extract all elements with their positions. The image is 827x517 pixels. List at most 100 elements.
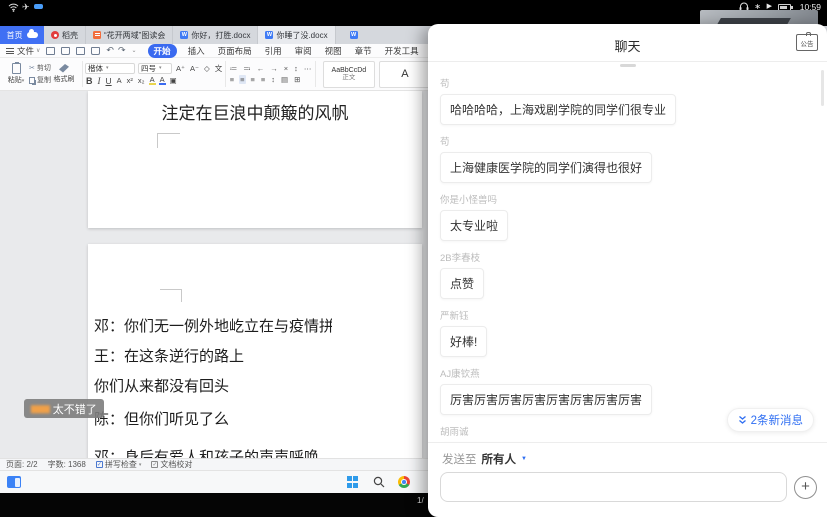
chat-header: 聊天 公告 [428,24,827,62]
preview-icon[interactable] [91,47,100,55]
line-spacing-icon[interactable]: ↕ [270,75,277,84]
spell-check-toggle[interactable]: ✓ 拼写检查 ▾ [96,459,142,470]
chat-message-sender: 严新钰 [440,311,815,322]
numbered-list-icon[interactable]: ≕ [242,64,253,73]
document-line[interactable]: 王：在这条逆行的路上 [94,345,332,366]
double-chevron-down-icon [738,415,747,425]
start-button[interactable] [347,476,359,488]
chevron-down-icon[interactable]: ▼ [521,456,527,462]
more-paragraph-icon[interactable]: ⋯ [302,64,313,73]
paste-button[interactable]: 粘贴▾ [3,60,29,89]
chat-panel: 聊天 公告 苟 哈哈哈哈，上海戏剧学院的同学们很专业 苟 上海健康医学院的同学们… [428,24,827,517]
style-normal[interactable]: AaBbCcDd 正文 [323,61,375,88]
announcement-button[interactable]: 公告 [796,34,818,51]
wifi-icon [8,3,19,12]
chat-message: 2B李春枝 点赞 [440,253,815,299]
character-border-icon[interactable]: ▣ [169,76,178,85]
toolbar-options-icon[interactable]: ⌄ [132,47,137,54]
borders-icon[interactable]: ⊞ [293,75,302,84]
ribbon-tab-view[interactable]: 视图 [319,44,348,58]
document-line[interactable]: 陈：但你们听见了么 [94,408,332,429]
tab-home-label: 首页 [7,30,23,41]
proofread-label: 文档校对 [160,459,192,470]
search-icon[interactable] [373,476,385,488]
proofread-button[interactable]: ✓ 文档校对 [151,459,192,470]
ribbon-tab-page-layout[interactable]: 页面布局 [212,44,258,58]
announcement-label: 公告 [801,38,814,48]
airplane-mode-icon: ✈ [22,2,30,13]
drag-handle [620,64,636,67]
chrome-icon[interactable] [398,476,410,488]
subscript-button[interactable]: x₂ [137,76,146,85]
tab-home[interactable]: 首页 [0,26,44,44]
document-line[interactable]: 邓：你们无一例外地屹立在与疫情拼 [94,315,332,336]
font-size-select[interactable]: 四号▾ [138,63,172,74]
chat-input[interactable] [440,472,787,502]
align-center-icon[interactable]: ≡ [239,75,246,84]
align-right-icon[interactable]: ≡ [249,75,256,84]
decrease-font-icon[interactable]: A⁻ [189,64,200,73]
style-sample: A [401,68,408,80]
undo-icon[interactable]: ↶ [106,45,114,56]
bullet-list-icon[interactable]: ≔ [228,64,239,73]
document-line[interactable]: 你们从来都没有回头 [94,375,332,396]
tab-document-3[interactable]: W 你睡了没.docx [258,26,335,44]
strikethrough-button[interactable]: A [116,76,123,85]
chat-message-sender: 2B李春枝 [440,253,815,264]
redo-icon[interactable]: ↷ [118,45,126,56]
ribbon-tab-home[interactable]: 开始 [148,44,177,58]
print-icon[interactable] [76,47,85,55]
font-color-button[interactable]: A [159,76,166,85]
document-title-line[interactable]: 注定在巨浪中颠簸的风帆 [88,99,422,124]
hamburger-menu-icon[interactable] [6,48,14,54]
widgets-icon[interactable] [7,476,21,488]
document-page-1[interactable]: 注定在巨浪中颠簸的风帆 [88,91,422,228]
scrollbar-thumb[interactable] [821,70,824,106]
export-icon[interactable] [61,47,70,55]
clear-marks-icon[interactable]: × [282,64,289,73]
chat-message: 你是小怪兽吗 太专业啦 [440,195,815,241]
ribbon-tab-section[interactable]: 章节 [349,44,378,58]
phonetic-guide-icon[interactable]: 文 [214,63,224,74]
ribbon-tab-review[interactable]: 审阅 [289,44,318,58]
sort-icon[interactable]: ↕ [293,64,300,73]
add-attachment-button[interactable]: + [794,476,817,499]
align-left-icon[interactable]: ≡ [228,75,235,84]
chat-message-bubble: 厉害厉害厉害厉害厉害厉害厉害厉害 [440,384,652,415]
cut-button[interactable]: ✂ 剪切 [29,63,51,73]
save-icon[interactable] [46,47,55,55]
file-menu[interactable]: 文件 [17,45,34,57]
increase-font-icon[interactable]: A⁺ [175,64,186,73]
cut-icon: ✂ [29,64,35,72]
highlight-color-button[interactable]: A [149,76,156,85]
word-file-icon[interactable]: W [350,31,358,39]
bold-button[interactable]: B [85,76,94,86]
align-justify-icon[interactable]: ≡ [259,75,266,84]
app-indicator-icon [34,4,43,9]
send-to-selector[interactable]: 所有人 [482,451,517,467]
style-heading[interactable]: A [379,61,431,88]
new-messages-button[interactable]: 2条新消息 [727,408,814,432]
decrease-indent-icon[interactable]: ← [255,64,266,73]
underline-button[interactable]: U [105,76,113,86]
ribbon-tab-insert[interactable]: 插入 [182,44,211,58]
italic-button[interactable]: I [97,76,102,86]
tab-document-2[interactable]: W 你好，打胜.docx [173,26,258,44]
copy-button[interactable]: 复制 [29,75,51,85]
format-painter-button[interactable]: 格式刷 [51,60,77,89]
tab-docer-label: 稻壳 [62,30,78,41]
font-name-select[interactable]: 楷体▾ [85,63,135,74]
shading-icon[interactable]: ▤ [280,75,290,84]
clear-format-icon[interactable]: ◇ [203,64,211,73]
ribbon-tab-developer[interactable]: 开发工具 [379,44,425,58]
tab-docer[interactable]: 稻壳 [44,26,86,44]
chat-message-list[interactable]: 苟 哈哈哈哈，上海戏剧学院的同学们很专业 苟 上海健康医学院的同学们演得也很好 … [428,62,827,442]
superscript-button[interactable]: x² [126,76,134,85]
increase-indent-icon[interactable]: → [269,64,280,73]
checkbox-icon: ✓ [96,461,103,468]
document-line[interactable]: 邓：身后有爱人和孩子的声声呼唤 [94,446,332,458]
tab-document-1[interactable]: “花开两域”图读会 [86,26,173,44]
file-menu-caret-icon: ∨ [36,47,40,54]
ribbon-tab-references[interactable]: 引用 [259,44,288,58]
chat-message-bubble: 好棒! [440,326,487,357]
